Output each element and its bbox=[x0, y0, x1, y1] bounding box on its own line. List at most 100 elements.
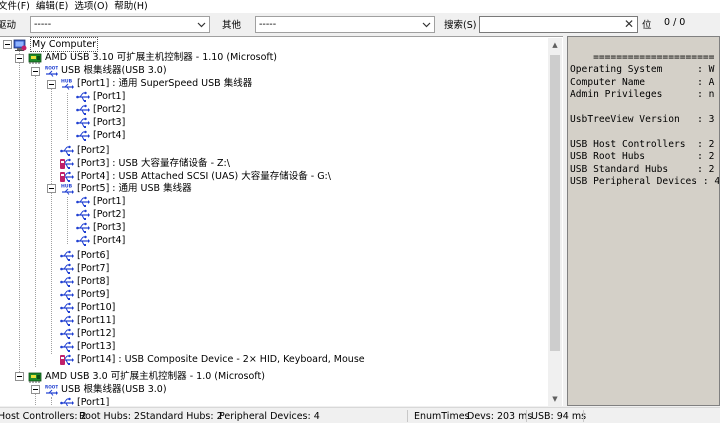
search-label: 搜索(S) bbox=[444, 20, 477, 31]
position-label: 位 bbox=[642, 20, 652, 31]
tree-node-label: [Port2] bbox=[93, 209, 126, 220]
tree-node-label: [Port2] bbox=[77, 145, 110, 156]
usb-device-icon bbox=[60, 158, 74, 170]
menu-edit[interactable]: 编辑(E) bbox=[36, 0, 74, 13]
tree-node-hub-port[interactable]: [Port1] bbox=[76, 195, 125, 208]
driver-select[interactable]: ----- bbox=[30, 16, 210, 33]
chevron-down-icon bbox=[422, 22, 431, 28]
menu-help[interactable]: 帮助(H) bbox=[114, 0, 154, 13]
tree-node-port5-hub[interactable]: [Port5] : 通用 USB 集线器 bbox=[60, 182, 192, 195]
root-hub-icon bbox=[44, 64, 58, 77]
toolbar: 驱动 ----- 其他 ----- 搜索(S) ✕ 位 0 / 0 bbox=[0, 13, 720, 35]
tree-node-label: [Port1] : 通用 SuperSpeed USB 集线器 bbox=[77, 78, 253, 89]
clear-search-icon[interactable]: ✕ bbox=[624, 17, 634, 32]
tree-node-label: [Port1] bbox=[77, 397, 110, 406]
status-root-hubs: Root Hubs: 2 bbox=[79, 411, 140, 422]
tree-node-controller-1[interactable]: AMD USB 3.10 可扩展主机控制器 - 1.10 (Microsoft) bbox=[28, 51, 277, 64]
tree-node-my-computer[interactable]: My Computer bbox=[13, 37, 99, 52]
hub-icon bbox=[60, 77, 74, 90]
tree-node-storage-device[interactable]: [Port3] : USB 大容量存储设备 - Z:\ bbox=[60, 157, 230, 170]
search-counter: 0 / 0 bbox=[664, 17, 686, 28]
tree-node-port[interactable]: [Port6] bbox=[60, 249, 109, 262]
tree-node-port[interactable]: [Port7] bbox=[60, 262, 109, 275]
tree-node-port[interactable]: [Port10] bbox=[60, 301, 115, 314]
tree-node-label: [Port4] bbox=[93, 235, 126, 246]
tree-node-port[interactable]: [Port11] bbox=[60, 314, 115, 327]
status-peripheral-devices: Peripheral Devices: 4 bbox=[219, 411, 320, 422]
other-select[interactable]: ----- bbox=[255, 16, 435, 33]
usb-port-icon bbox=[76, 221, 90, 234]
usb-port-icon bbox=[60, 275, 74, 288]
tree-node-label: [Port11] bbox=[77, 315, 116, 326]
status-devs-time: Devs: 203 ms bbox=[467, 411, 533, 422]
tree-node-hub-port[interactable]: [Port2] bbox=[76, 103, 125, 116]
menu-file[interactable]: 文件(F) bbox=[0, 0, 36, 13]
usb-port-icon bbox=[60, 144, 74, 157]
tree-node-port[interactable]: [Port12] bbox=[60, 327, 115, 340]
search-input[interactable]: ✕ bbox=[479, 16, 638, 33]
usb-port-icon bbox=[76, 116, 90, 129]
usb-port-icon bbox=[76, 195, 90, 208]
other-select-value: ----- bbox=[259, 19, 277, 30]
driver-select-value: ----- bbox=[34, 19, 52, 30]
tree-node-port[interactable]: [Port9] bbox=[60, 288, 109, 301]
tree-node-port[interactable]: [Port8] bbox=[60, 275, 109, 288]
tree-node-label: [Port2] bbox=[93, 104, 126, 115]
tree-node-composite-device[interactable]: [Port14] : USB Composite Device - 2× HID… bbox=[60, 353, 365, 366]
controller-icon bbox=[28, 372, 42, 383]
tree-node-root-hub-1[interactable]: USB 根集线器(USB 3.0) bbox=[44, 64, 167, 77]
tree-node-root-hub-2[interactable]: USB 根集线器(USB 3.0) bbox=[44, 383, 167, 396]
status-usb-time: USB: 94 ms bbox=[531, 411, 587, 422]
usb-port-icon bbox=[76, 129, 90, 142]
tree-node-port[interactable]: [Port1] bbox=[60, 396, 109, 406]
tree-node-hub-port[interactable]: [Port4] bbox=[76, 129, 125, 142]
status-standard-hubs: Standard Hubs: 2 bbox=[140, 411, 223, 422]
tree-node-label: [Port13] bbox=[77, 341, 116, 352]
scroll-up-icon[interactable]: ▲ bbox=[548, 38, 562, 52]
tree-node-label: [Port12] bbox=[77, 328, 116, 339]
tree-node-label: [Port7] bbox=[77, 263, 110, 274]
usb-port-icon bbox=[60, 314, 74, 327]
tree-node-label: [Port5] : 通用 USB 集线器 bbox=[77, 183, 192, 194]
tree-node-port1-hub[interactable]: [Port1] : 通用 SuperSpeed USB 集线器 bbox=[60, 77, 252, 90]
tree-node-label: [Port3] : USB 大容量存储设备 - Z:\ bbox=[77, 158, 230, 169]
usb-port-icon bbox=[60, 327, 74, 340]
tree-node-label: USB 根集线器(USB 3.0) bbox=[61, 384, 167, 395]
tree-node-label: [Port14] : USB Composite Device - 2× HID… bbox=[77, 354, 365, 365]
tree-node-hub-port[interactable]: [Port1] bbox=[76, 90, 125, 103]
tree-node-label: [Port8] bbox=[77, 276, 110, 287]
tree-node-label: [Port9] bbox=[77, 289, 110, 300]
tree-node-hub-port[interactable]: [Port3] bbox=[76, 221, 125, 234]
scroll-down-icon[interactable]: ▼ bbox=[548, 392, 562, 406]
usb-port-icon bbox=[76, 103, 90, 116]
tree-node-port[interactable]: [Port13] bbox=[60, 340, 115, 353]
status-enum-times: EnumTimes bbox=[414, 411, 470, 422]
usb-device-icon bbox=[60, 354, 74, 366]
tree-node-hub-port[interactable]: [Port4] bbox=[76, 234, 125, 247]
device-tree[interactable]: My Computer AMD USB 3.10 可扩展主机控制器 - 1.10… bbox=[0, 36, 563, 406]
chevron-down-icon bbox=[197, 22, 206, 28]
tree-node-label: AMD USB 3.0 可扩展主机控制器 - 1.0 (Microsoft) bbox=[45, 371, 265, 382]
usb-port-icon bbox=[60, 301, 74, 314]
usb-port-icon bbox=[60, 262, 74, 275]
tree-node-port[interactable]: [Port2] bbox=[60, 144, 109, 157]
tree-node-label: [Port6] bbox=[77, 250, 110, 261]
tree-node-controller-2[interactable]: AMD USB 3.0 可扩展主机控制器 - 1.0 (Microsoft) bbox=[28, 370, 265, 383]
tree-node-label: [Port1] bbox=[93, 91, 126, 102]
other-label: 其他 bbox=[222, 20, 242, 31]
usb-port-icon bbox=[76, 208, 90, 221]
usb-port-icon bbox=[60, 249, 74, 262]
root-hub-icon bbox=[44, 383, 58, 396]
tree-node-label: [Port3] bbox=[93, 117, 126, 128]
menu-options[interactable]: 选项(O) bbox=[74, 0, 114, 13]
tree-node-label: [Port1] bbox=[93, 196, 126, 207]
usb-port-icon bbox=[60, 288, 74, 301]
usb-port-icon bbox=[60, 396, 74, 406]
tree-scrollbar[interactable]: ▲ ▼ bbox=[548, 38, 562, 406]
computer-icon bbox=[13, 39, 27, 51]
scrollbar-thumb[interactable] bbox=[550, 55, 560, 351]
tree-node-hub-port[interactable]: [Port3] bbox=[76, 116, 125, 129]
hub-icon bbox=[60, 182, 74, 195]
tree-node-label: [Port3] bbox=[93, 222, 126, 233]
tree-node-hub-port[interactable]: [Port2] bbox=[76, 208, 125, 221]
